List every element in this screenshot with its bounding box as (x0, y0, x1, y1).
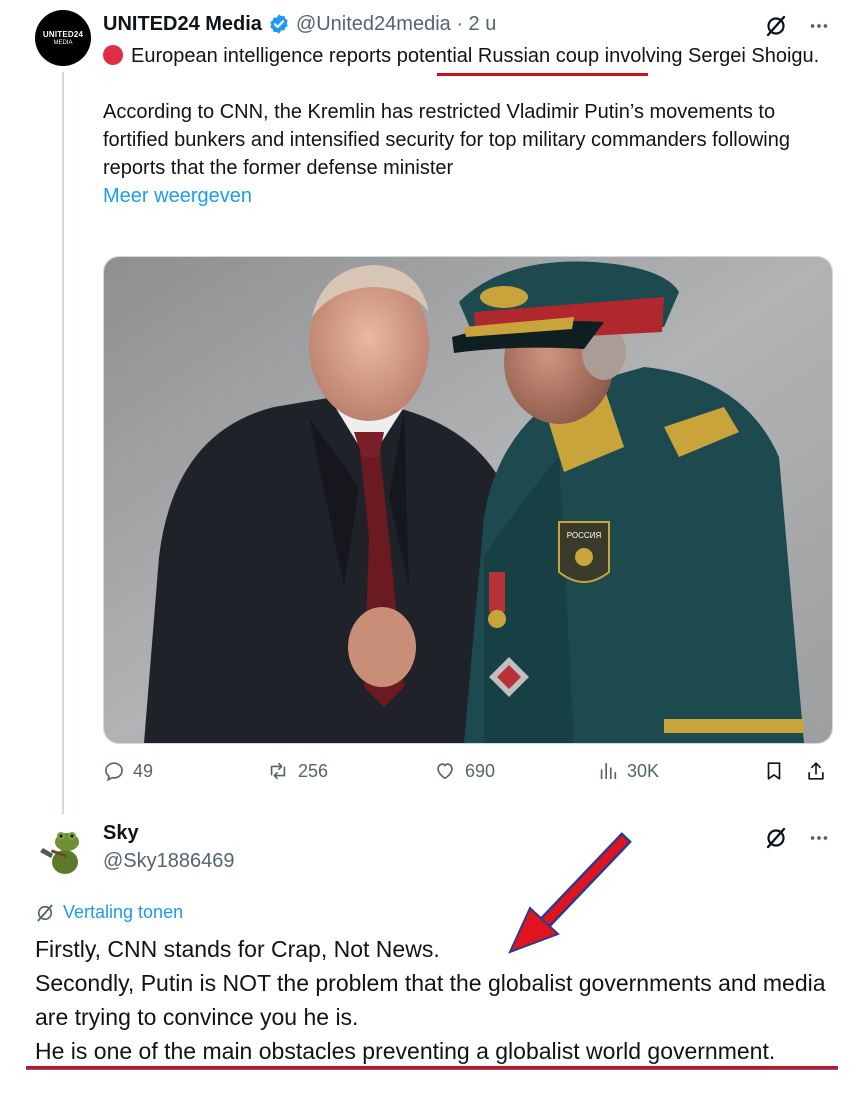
thread-line (62, 72, 64, 814)
reply-button[interactable]: 49 (103, 760, 153, 782)
tweet-action-bar: 49 256 690 30K (103, 760, 831, 788)
tweet-photo[interactable]: РОССИЯ (103, 256, 833, 744)
view-count: 30K (627, 760, 660, 781)
like-button[interactable]: 690 (433, 760, 495, 782)
tweet-text: European intelligence reports potential … (103, 42, 823, 210)
repost-icon (270, 762, 286, 780)
author-avatar[interactable]: UNITED24 MEDIA (35, 10, 91, 66)
reply-line-1: Firstly, CNN stands for Crap, Not News. (35, 936, 440, 962)
avatar-logo-subtext: MEDIA (53, 40, 73, 46)
heart-icon (437, 763, 453, 780)
views-button[interactable]: 30K (597, 760, 659, 782)
bookmark-button[interactable] (763, 760, 785, 782)
frog-character-icon (35, 822, 91, 878)
grok-icon[interactable] (764, 826, 788, 855)
red-underline-annotation (26, 1066, 838, 1069)
tweet-header: UNITED24 Media @United24media · 2 u (103, 10, 496, 38)
show-translation-link[interactable]: Vertaling tonen (35, 902, 183, 923)
author-name[interactable]: UNITED24 Media (103, 13, 262, 36)
red-arrow-annotation (508, 832, 632, 954)
more-options-icon[interactable] (808, 827, 830, 854)
like-count: 690 (465, 760, 496, 781)
tweet-headline: European intelligence reports potential … (131, 45, 820, 67)
tweet-body: According to CNN, the Kremlin has restri… (103, 101, 790, 179)
reply-icon (105, 762, 123, 782)
views-bar-chart-icon (600, 762, 617, 780)
reply-text: Firstly, CNN stands for Crap, Not News. … (35, 932, 855, 1068)
show-more-link[interactable]: Meer weergeven (103, 182, 823, 210)
reply-count: 49 (133, 760, 154, 781)
author-handle-time[interactable]: @United24media · 2 u (296, 13, 496, 36)
grok-icon[interactable] (764, 14, 788, 43)
reply-author-name[interactable]: Sky (103, 822, 139, 845)
repost-button[interactable]: 256 (266, 760, 328, 782)
reply-top-actions (764, 826, 830, 855)
tweet-top-actions (764, 14, 830, 43)
bookmark-icon (767, 762, 781, 780)
share-button[interactable] (805, 760, 827, 782)
red-circle-emoji-icon (103, 45, 123, 65)
translate-icon (37, 904, 53, 921)
avatar-logo-text: UNITED24 (42, 30, 84, 39)
reply-author-avatar[interactable] (35, 822, 91, 878)
reply-line-2: Secondly, Putin is NOT the problem that … (35, 970, 826, 1030)
more-options-icon[interactable] (808, 15, 830, 42)
share-icon (808, 762, 824, 780)
translate-label: Vertaling tonen (63, 902, 184, 922)
reply-line-3: He is one of the main obstacles preventi… (35, 1038, 776, 1064)
red-underline-annotation (437, 73, 648, 76)
repost-count: 256 (298, 760, 329, 781)
photo-illustration: РОССИЯ (104, 257, 832, 743)
russia-patch-text: РОССИЯ (567, 531, 602, 540)
reply-author-handle[interactable]: @Sky1886469 (103, 850, 235, 873)
verified-badge-icon (268, 13, 290, 35)
